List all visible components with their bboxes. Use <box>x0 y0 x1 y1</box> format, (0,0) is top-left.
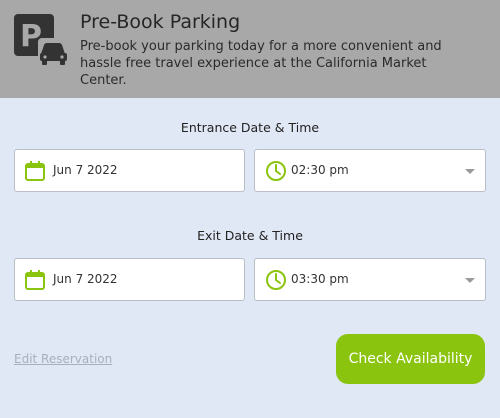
chevron-down-icon <box>465 169 475 174</box>
entrance-date-field[interactable]: Jun 7 2022 <box>14 149 245 192</box>
calendar-icon <box>25 161 45 181</box>
exit-time-select[interactable]: 03:30 pm <box>254 258 486 301</box>
exit-date-field[interactable]: Jun 7 2022 <box>14 258 245 301</box>
entrance-time-select[interactable]: 02:30 pm <box>254 149 486 192</box>
prebook-parking-widget: P Pre-Book Parking Pre-book your parking… <box>0 0 500 418</box>
page-title: Pre-Book Parking <box>80 11 241 33</box>
exit-label: Exit Date & Time <box>197 228 303 243</box>
calendar-icon <box>25 270 45 290</box>
clock-icon <box>266 161 286 181</box>
chevron-down-icon <box>465 278 475 283</box>
page-description: Pre-book your parking today for a more c… <box>80 39 442 88</box>
exit-time-value: 03:30 pm <box>291 272 349 286</box>
entrance-time-value: 02:30 pm <box>291 163 349 177</box>
check-availability-button[interactable]: Check Availability <box>336 334 485 384</box>
entrance-label: Entrance Date & Time <box>180 120 320 135</box>
header: P Pre-Book Parking Pre-book your parking… <box>0 0 500 98</box>
entrance-date-value: Jun 7 2022 <box>53 163 118 177</box>
parking-car-icon: P <box>14 14 68 66</box>
exit-date-value: Jun 7 2022 <box>53 272 118 286</box>
clock-icon <box>266 270 286 290</box>
edit-reservation-link[interactable]: Edit Reservation <box>14 352 112 366</box>
